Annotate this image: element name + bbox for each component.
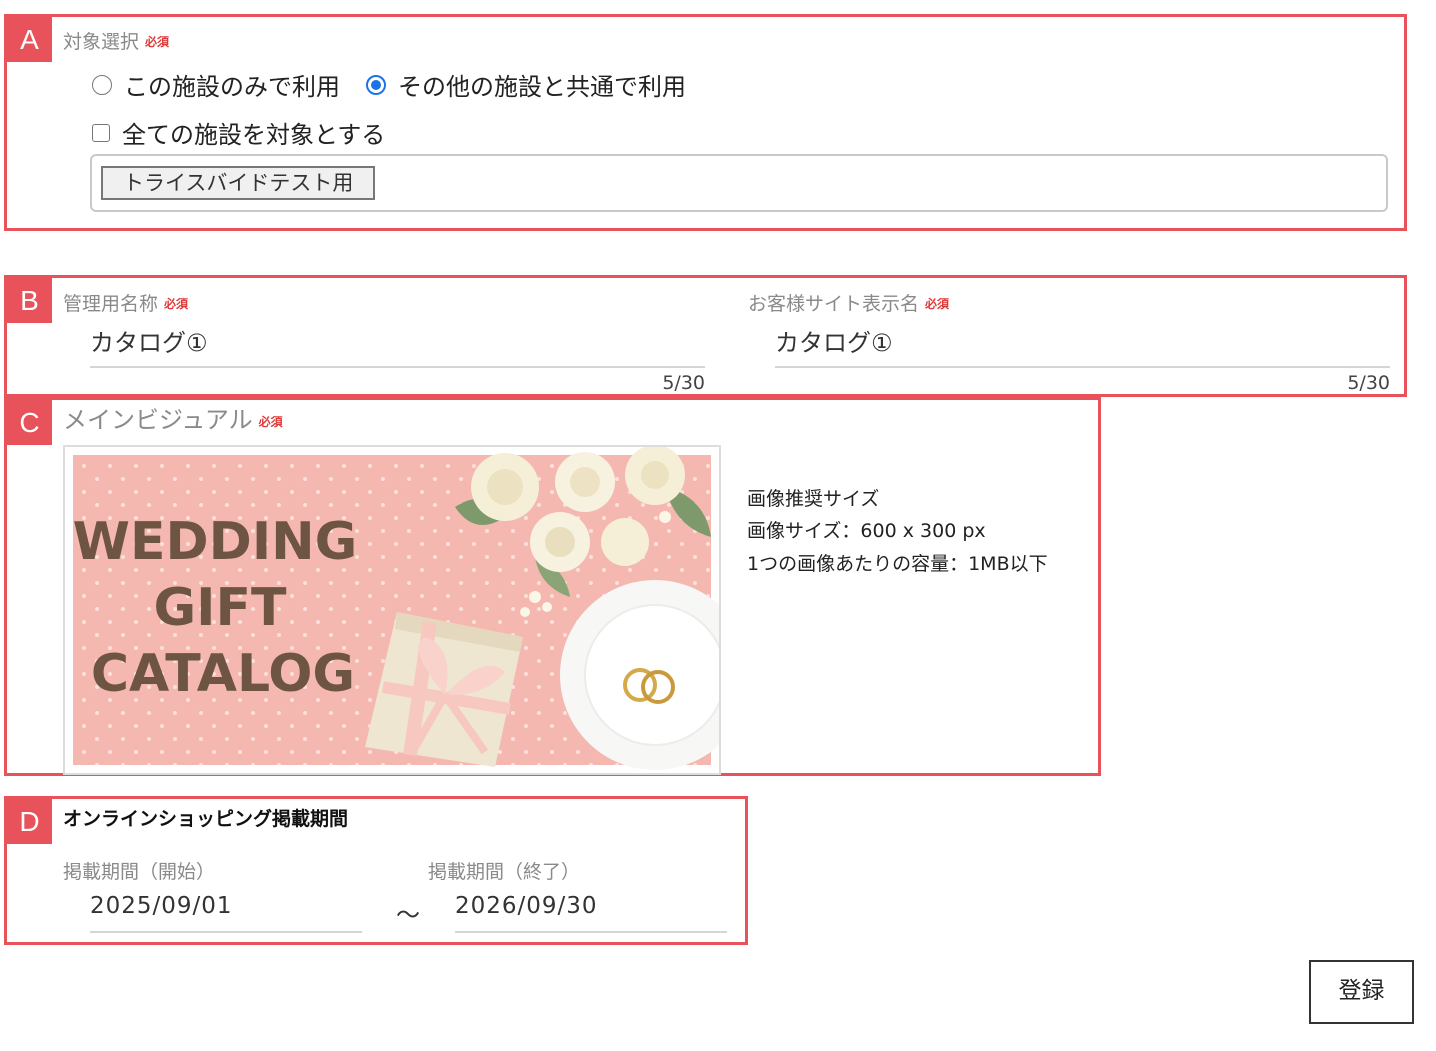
radio-shared-label: その他の施設と共通で利用 [398,73,686,101]
section-marker-b: B [7,278,52,323]
customer-name-input[interactable]: カタログ① [775,323,893,358]
section-main-visual: C メインビジュアル 必須 WEDDING GIFT CATALOG 画像推奨サ… [4,397,1101,776]
admin-name-underline [90,366,705,368]
period-end-underline [455,931,727,933]
target-radio-group: この施設のみで利用 その他の施設と共通で利用 [92,67,712,102]
admin-name-input[interactable]: カタログ① [90,323,208,358]
radio-this-facility[interactable] [92,74,112,95]
radio-this-facility-label: この施設のみで利用 [124,73,340,101]
required-badge: 必須 [925,297,950,311]
register-button[interactable]: 登録 [1309,960,1414,1024]
radio-option-this-facility[interactable]: この施設のみで利用 [92,67,340,102]
publish-period-title: オンラインショッピング掲載期間 [63,808,349,830]
section-marker-a: A [7,17,52,62]
section-target-selection: A 対象選択 必須 この施設のみで利用 その他の施設と共通で利用 全ての施設を対象… [4,14,1407,231]
radio-option-shared[interactable]: その他の施設と共通で利用 [366,67,686,102]
section-marker-d: D [7,799,52,844]
period-start-label: 掲載期間（開始） [63,861,216,883]
facility-chip[interactable]: トライスバイドテスト用 [101,166,376,200]
target-selection-label: 対象選択 必須 [63,27,169,54]
customer-name-counter: 5/30 [1347,372,1390,394]
section-names: B 管理用名称 必須 カタログ① 5/30 お客様サイト表示名 必須 カタログ① 5… [4,275,1407,397]
image-hint-size: 画像サイズ：600 x 300 px [747,520,986,542]
target-selection-label-text: 対象選択 [63,31,140,53]
section-marker-c: C [7,400,52,445]
facility-select-box[interactable]: トライスバイドテスト用 [90,154,1388,212]
admin-name-label: 管理用名称 必須 [63,289,188,316]
required-badge: 必須 [145,35,170,49]
period-end-label: 掲載期間（終了） [428,861,581,883]
image-title-line-2: GIFT [153,578,287,638]
main-visual-label-text: メインビジュアル [63,406,253,434]
image-hint-title: 画像推奨サイズ [747,488,880,510]
period-end-input[interactable]: 2026/09/30 [455,893,598,919]
main-visual-image-frame[interactable]: WEDDING GIFT CATALOG [63,445,721,775]
all-facilities-option[interactable]: 全ての施設を対象とする [92,115,385,150]
radio-shared[interactable] [366,74,386,95]
required-badge: 必須 [258,415,283,429]
image-hint-capacity: 1つの画像あたりの容量：1MB以下 [747,553,1048,575]
customer-name-label: お客様サイト表示名 必須 [748,289,949,316]
image-title-line-1: WEDDING [73,512,358,572]
customer-name-underline [775,366,1390,368]
period-start-input[interactable]: 2025/09/01 [90,893,233,919]
admin-name-label-text: 管理用名称 [63,293,159,315]
period-start-underline [90,931,362,933]
all-facilities-checkbox[interactable] [92,123,110,142]
all-facilities-label: 全ての施設を対象とする [122,121,386,149]
main-visual-label: メインビジュアル 必須 [63,400,283,435]
period-separator: ～ [396,901,420,929]
image-title-line-3: CATALOG [91,644,355,704]
customer-name-label-text: お客様サイト表示名 [748,293,920,315]
admin-name-counter: 5/30 [662,372,705,394]
main-visual-image: WEDDING GIFT CATALOG [73,447,719,770]
required-badge: 必須 [164,297,189,311]
section-publish-period: D オンラインショッピング掲載期間 掲載期間（開始） 2025/09/01 ～ … [4,796,748,945]
